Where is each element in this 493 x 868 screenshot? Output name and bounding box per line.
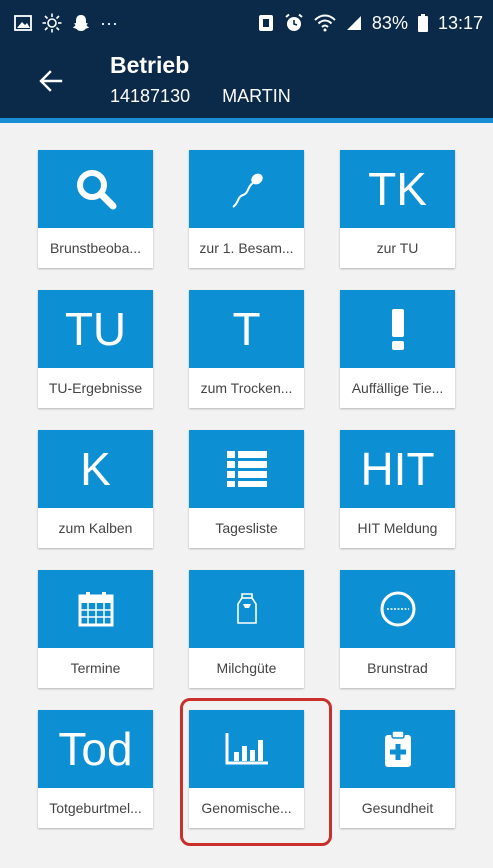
- tile-totgeburtmeldung[interactable]: Tod Totgeburtmel...: [38, 710, 153, 828]
- status-left-icons: ···: [14, 13, 118, 33]
- page-title: Betrieb: [110, 52, 190, 78]
- tile-milchguete[interactable]: Milchgüte: [189, 570, 304, 688]
- tile-label: Termine: [70, 660, 121, 676]
- tile-label: Auffällige Tie...: [351, 380, 444, 396]
- tile-tu-ergebnisse[interactable]: TU TU-Ergebnisse: [38, 290, 153, 408]
- farm-id: 14187130: [110, 86, 191, 106]
- farm-name: MARTIN: [222, 86, 291, 106]
- search-icon: [76, 170, 116, 210]
- snapchat-icon: [73, 15, 89, 31]
- battery-icon: [417, 14, 428, 32]
- tile-label: Brunstbeoba...: [49, 240, 142, 256]
- tile-zur-tu[interactable]: TK zur TU: [340, 150, 455, 268]
- tile-icon-text: T: [232, 303, 261, 355]
- app-bar: Betrieb 14187130 MARTIN: [0, 46, 493, 118]
- medical-clipboard-icon: [384, 730, 411, 767]
- tile-icon-text: TK: [368, 163, 427, 215]
- tile-label: Milchgüte: [216, 660, 277, 676]
- tile-icon-text: K: [80, 443, 111, 495]
- nfc-icon: [258, 15, 273, 31]
- tile-zum-trockenstellen[interactable]: T zum Trocken...: [189, 290, 304, 408]
- wifi-icon: [314, 14, 336, 32]
- tile-label: HIT Meldung: [357, 520, 438, 536]
- cycle-wheel-icon: [380, 591, 415, 627]
- tile-label: TU-Ergebnisse: [48, 380, 143, 396]
- battery-percent: 83%: [371, 12, 408, 33]
- tile-brunstbeobachtung[interactable]: Brunstbeoba...: [38, 150, 153, 268]
- tile-gesundheit[interactable]: Gesundheit: [340, 710, 455, 828]
- signal-icon: [346, 16, 361, 30]
- tile-tagesliste[interactable]: Tagesliste: [189, 430, 304, 548]
- sperm-icon: [231, 173, 263, 208]
- tile-icon-text: HIT: [360, 443, 435, 495]
- tile-label: zur 1. Besam...: [199, 240, 294, 256]
- tile-zum-kalben[interactable]: K zum Kalben: [38, 430, 153, 548]
- clock: 13:17: [437, 12, 483, 33]
- arrow-left-icon: [39, 70, 63, 92]
- tile-label: zum Trocken...: [200, 380, 293, 396]
- alarm-icon: [285, 13, 303, 31]
- tile-auffaellige-tiere[interactable]: Auffällige Tie...: [340, 290, 455, 408]
- calendar-icon: [78, 592, 113, 627]
- more-icon: ···: [100, 13, 118, 33]
- tile-label: zum Kalben: [58, 520, 133, 536]
- tile-label: Brunstrad: [367, 660, 428, 676]
- status-right-icons: 83% 13:17: [258, 13, 483, 34]
- tile-genomische[interactable]: Genomische...: [189, 710, 304, 828]
- bar-chart-icon: [225, 733, 268, 765]
- tile-label: Tagesliste: [215, 520, 278, 536]
- list-icon: [226, 451, 267, 487]
- tile-brunstrad[interactable]: Brunstrad: [340, 570, 455, 688]
- back-button[interactable]: [34, 64, 68, 98]
- tile-hit-meldung[interactable]: HIT HIT Meldung: [340, 430, 455, 548]
- tile-label: Genomische...: [201, 800, 292, 816]
- tile-label: zur TU: [376, 240, 419, 256]
- tile-termine[interactable]: Termine: [38, 570, 153, 688]
- farm-info: 14187130 MARTIN: [110, 86, 291, 107]
- tile-icon-text: TU: [64, 303, 127, 355]
- menu-grid: Brunstbeoba... zur 1. Besam... TK zur TU…: [38, 150, 455, 828]
- milk-can-icon: [236, 593, 257, 624]
- tile-label: Gesundheit: [361, 800, 434, 816]
- tile-label: Totgeburtmel...: [49, 800, 142, 816]
- image-icon: [14, 15, 32, 31]
- sun-icon: [42, 13, 62, 33]
- exclamation-icon: [391, 309, 404, 350]
- status-bar: ··· 83% 13:17: [0, 0, 493, 46]
- tile-icon-text: Tod: [58, 723, 133, 775]
- tile-erste-besamung[interactable]: zur 1. Besam...: [189, 150, 304, 268]
- app-bar-accent-line: [0, 118, 493, 123]
